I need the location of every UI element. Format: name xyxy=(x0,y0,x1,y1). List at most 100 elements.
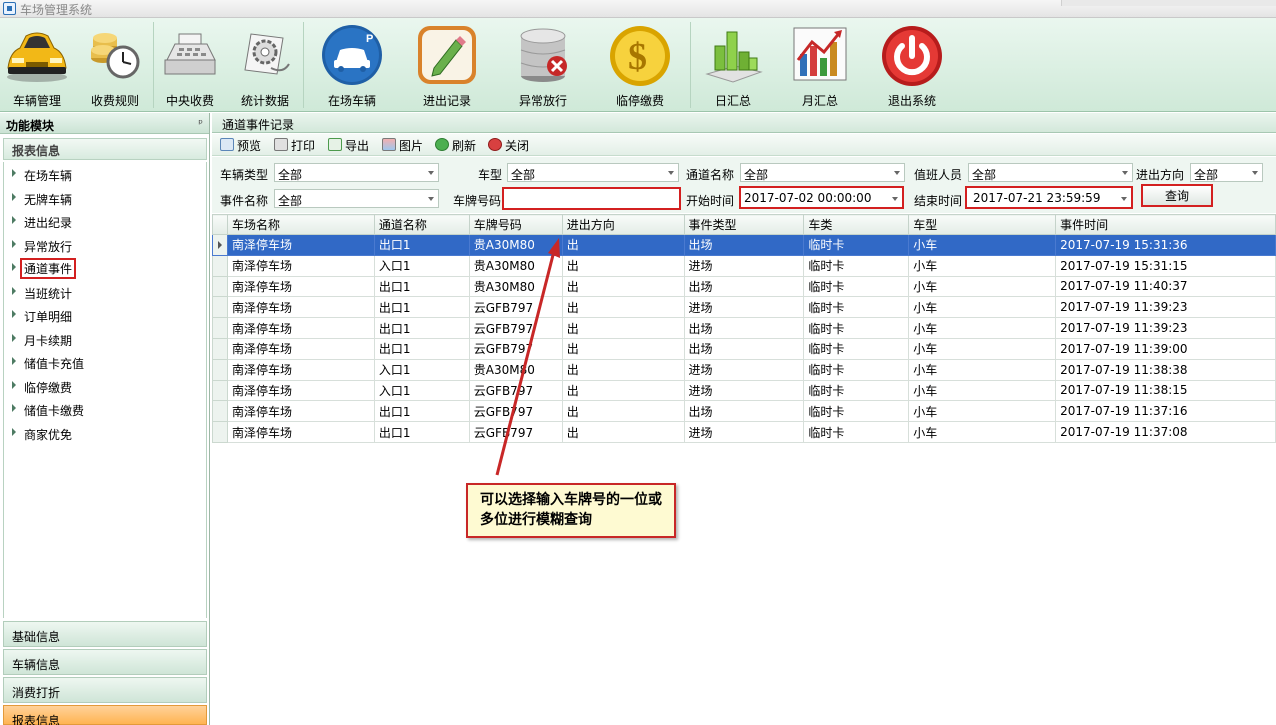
pin-icon[interactable]: ᵖ xyxy=(198,117,203,130)
category-vehicle-info[interactable]: 车辆信息 xyxy=(3,649,207,675)
cell-direction: 出 xyxy=(561,275,685,298)
toolbar-vehicle-management-button[interactable]: 车辆管理 xyxy=(0,18,74,112)
end-time-picker[interactable]: 2017-07-21 23:59:59 xyxy=(965,186,1133,209)
query-button[interactable]: 查询 xyxy=(1141,184,1213,207)
print-button[interactable]: 打印 xyxy=(274,137,324,153)
start-time-picker[interactable]: 2017-07-02 00:00:00 xyxy=(739,186,904,209)
toolbar-exit-button[interactable]: 退出系统 xyxy=(876,18,948,112)
toolbar-charge-rules-button[interactable]: 收费规则 xyxy=(80,18,150,112)
menu-item-temp-parking-payment[interactable]: 临停缴费 xyxy=(4,376,204,396)
arrow-icon xyxy=(12,192,16,201)
table-row[interactable]: 南泽停车场 出口1 贵A30M80 出出场 临时卡 小车 2017-07-19 11:40:… xyxy=(212,275,1276,298)
direction-select[interactable]: 全部 xyxy=(1190,163,1263,182)
col-header-event-type[interactable]: 事件类型 xyxy=(683,214,805,235)
table-row[interactable]: 南泽停车场 出口1 云GFB797 出出场 临时卡 小车 2017-07-19 11:39:… xyxy=(212,337,1276,360)
toolbar-parked-vehicles-button[interactable]: P 在场车辆 xyxy=(315,18,389,112)
arrow-icon xyxy=(12,427,16,436)
cell-vehicle-class: 临时卡 xyxy=(803,358,910,381)
section-header[interactable]: 报表信息 xyxy=(3,138,207,160)
event-name-select[interactable]: 全部 xyxy=(274,189,439,208)
menu-item-merchant-discount[interactable]: 商家优免 xyxy=(4,423,204,443)
function-module-panel: 功能模块 ᵖ 报表信息 在场车辆 无牌车辆 进出纪录 异常放行 通道事件 当班统… xyxy=(0,113,210,725)
col-header-vehicle-class[interactable]: 车类 xyxy=(803,214,910,235)
channel-name-select[interactable]: 全部 xyxy=(740,163,905,182)
row-header[interactable] xyxy=(212,234,228,256)
toolbar-daily-summary-button[interactable]: 日汇总 xyxy=(698,18,768,112)
title-bar-controls xyxy=(1061,0,1276,6)
chevron-down-icon xyxy=(428,197,434,201)
title-bar: 车场管理系统 xyxy=(0,0,1276,18)
toolbar-abnormal-release-button[interactable]: 异常放行 xyxy=(506,18,580,112)
toolbar-access-records-button[interactable]: 进出记录 xyxy=(410,18,484,112)
cell-channel-name: 出口1 xyxy=(373,296,470,319)
category-basic-info[interactable]: 基础信息 xyxy=(3,621,207,647)
table-row[interactable]: 南泽停车场 入口1 贵A30M80 出进场 临时卡 小车 2017-07-19 11:38:… xyxy=(212,358,1276,381)
menu-item-abnormal-release[interactable]: 异常放行 xyxy=(4,235,204,255)
export-button[interactable]: 导出 xyxy=(328,137,378,153)
menu-item-unlicensed-vehicles[interactable]: 无牌车辆 xyxy=(4,188,204,208)
menu-item-shift-statistics[interactable]: 当班统计 xyxy=(4,282,204,302)
menu-item-stored-card-payment[interactable]: 储值卡缴费 xyxy=(4,399,204,419)
col-header-car-model[interactable]: 车型 xyxy=(908,214,1057,235)
image-button[interactable]: 图片 xyxy=(382,137,432,153)
parking-car-icon: P xyxy=(322,25,382,85)
menu-item-order-details[interactable]: 订单明细 xyxy=(4,305,204,325)
menu-item-parked-vehicles[interactable]: 在场车辆 xyxy=(4,164,204,184)
table-row[interactable]: 南泽停车场 出口1 贵A30M80 出出场 临时卡 小车 2017-07-19 15:31:… xyxy=(212,234,1276,256)
row-header[interactable] xyxy=(212,254,228,277)
col-header-plate-number[interactable]: 车牌号码 xyxy=(468,214,563,235)
table-body: 南泽停车场 出口1 贵A30M80 出出场 临时卡 小车 2017-07-19 15:31:… xyxy=(212,234,1276,443)
panel-header: 通道事件记录 xyxy=(212,113,1276,133)
row-header[interactable] xyxy=(212,337,228,360)
arrow-icon xyxy=(12,357,16,365)
col-header-event-time[interactable]: 事件时间 xyxy=(1055,214,1276,235)
category-consumption-discount[interactable]: 消费打折 xyxy=(3,677,207,703)
table-row[interactable]: 南泽停车场 出口1 云GFB797 出进场 临时卡 小车 2017-07-19 11:39:… xyxy=(212,296,1276,319)
row-header[interactable] xyxy=(212,379,228,402)
toolbar-statistics-button[interactable]: 统计数据 xyxy=(230,18,300,112)
table-row[interactable]: 南泽停车场 出口1 云GFB797 出出场 临时卡 小车 2017-07-19 11:37:… xyxy=(212,400,1276,423)
cell-event-type: 进场 xyxy=(683,254,805,277)
toolbar-label: 统计数据 xyxy=(240,94,289,108)
col-header-channel-name[interactable]: 通道名称 xyxy=(373,214,470,235)
category-report-info[interactable]: 报表信息 xyxy=(3,705,207,725)
refresh-button[interactable]: 刷新 xyxy=(435,137,485,153)
vehicle-type-select[interactable]: 全部 xyxy=(274,163,439,182)
menu-item-channel-events[interactable]: 通道事件 xyxy=(4,258,204,279)
toolbar-temp-parking-payment-button[interactable]: $ 临停缴费 xyxy=(603,18,677,112)
col-header-direction[interactable]: 进出方向 xyxy=(561,214,685,235)
duty-staff-select[interactable]: 全部 xyxy=(968,163,1133,182)
duty-staff-label: 值班人员 xyxy=(914,168,963,182)
row-header[interactable] xyxy=(212,421,228,443)
menu-item-stored-card-recharge[interactable]: 储值卡充值 xyxy=(4,352,204,372)
cell-plate-number: 贵A30M80 xyxy=(468,254,563,277)
menu-item-monthly-card-renewal[interactable]: 月卡续期 xyxy=(4,329,204,349)
plate-number-input[interactable] xyxy=(502,187,681,210)
table-row[interactable]: 南泽停车场 入口1 云GFB797 出进场 临时卡 小车 2017-07-19 11:38:… xyxy=(212,379,1276,402)
cell-plate-number: 云GFB797 xyxy=(468,317,563,339)
col-header-park-name[interactable]: 车场名称 xyxy=(226,214,375,235)
toolbar-central-charge-button[interactable]: 中央收费 xyxy=(157,18,223,112)
car-model-select[interactable]: 全部 xyxy=(507,163,679,182)
preview-button[interactable]: 预览 xyxy=(220,137,272,153)
cell-car-model: 小车 xyxy=(908,254,1057,277)
cell-park-name: 南泽停车场 xyxy=(226,317,375,339)
cell-direction: 出 xyxy=(561,254,685,277)
menu-item-access-records[interactable]: 进出纪录 xyxy=(4,211,204,231)
row-header[interactable] xyxy=(212,358,228,381)
row-header[interactable] xyxy=(212,317,228,339)
cell-car-model: 小车 xyxy=(908,317,1057,339)
row-header[interactable] xyxy=(212,400,228,423)
toolbar-label: 收费规则 xyxy=(90,94,139,108)
table-row[interactable]: 南泽停车场 入口1 贵A30M80 出进场 临时卡 小车 2017-07-19 15:31:… xyxy=(212,254,1276,277)
table-row[interactable]: 南泽停车场 出口1 云GFB797 出进场 临时卡 小车 2017-07-19 11:37:… xyxy=(212,421,1276,443)
row-header[interactable] xyxy=(212,275,228,298)
table-row[interactable]: 南泽停车场 出口1 云GFB797 出出场 临时卡 小车 2017-07-19 11:39:… xyxy=(212,317,1276,339)
close-button[interactable]: 关闭 xyxy=(488,137,538,153)
cell-park-name: 南泽停车场 xyxy=(226,379,375,402)
toolbar-monthly-summary-button[interactable]: 月汇总 xyxy=(784,18,856,112)
cell-event-time: 2017-07-19 11:39:00 xyxy=(1055,337,1276,360)
svg-text:$: $ xyxy=(628,36,647,78)
window-title: 车场管理系统 xyxy=(20,3,93,17)
row-header[interactable] xyxy=(212,296,228,319)
